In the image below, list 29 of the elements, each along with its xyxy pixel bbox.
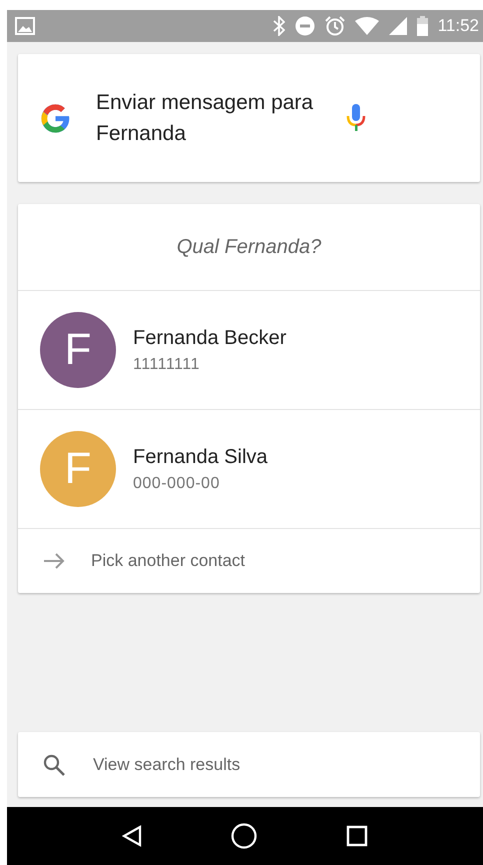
contact-number: 000-000-00 xyxy=(133,474,221,494)
alarm-icon xyxy=(324,16,345,36)
recents-icon[interactable] xyxy=(346,825,368,847)
card-title: Qual Fernanda? xyxy=(18,204,480,291)
wifi-icon xyxy=(354,17,379,35)
search-icon xyxy=(43,754,65,776)
avatar: F xyxy=(40,312,116,388)
contact-name: Fernanda Becker xyxy=(133,326,286,351)
contact-item[interactable]: F Fernanda Silva 000-000-00 xyxy=(18,410,480,529)
avatar: F xyxy=(40,431,116,507)
view-search-results-item[interactable]: View search results xyxy=(18,732,480,797)
contact-name: Fernanda Silva xyxy=(133,445,268,470)
back-icon[interactable] xyxy=(122,825,142,847)
do-not-disturb-icon xyxy=(294,16,315,36)
item-label: View search results xyxy=(93,754,240,776)
contact-number: 11111111 xyxy=(133,355,201,375)
contact-item[interactable]: F Fernanda Becker 11111111 xyxy=(18,291,480,410)
home-icon[interactable] xyxy=(230,823,257,849)
picture-icon xyxy=(15,17,35,35)
clock-time: 11:52 xyxy=(438,15,479,38)
item-label: Pick another contact xyxy=(91,550,246,572)
pick-another-contact-item[interactable]: Pick another contact xyxy=(18,529,480,593)
query-text: Enviar mensagem para Fernanda xyxy=(96,90,314,147)
bluetooth-icon xyxy=(272,16,285,36)
microphone-icon[interactable] xyxy=(346,104,366,132)
signal-icon xyxy=(388,17,407,35)
battery-icon xyxy=(416,16,428,36)
google-logo-icon xyxy=(39,102,72,134)
arrow-icon xyxy=(43,553,65,569)
